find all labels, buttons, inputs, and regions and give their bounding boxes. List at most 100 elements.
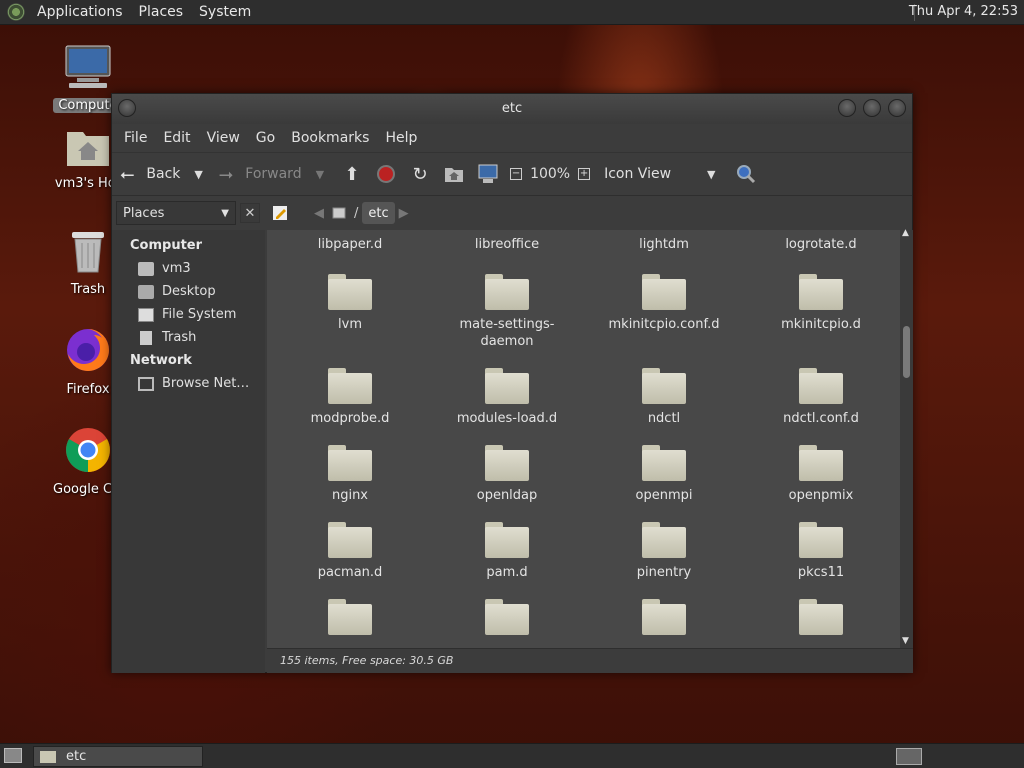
folder-icon bbox=[642, 522, 686, 558]
computer-icon bbox=[65, 45, 111, 88]
sidebar-item-file-system[interactable]: File System bbox=[112, 303, 265, 326]
edit-location-icon[interactable] bbox=[268, 202, 292, 224]
file-item[interactable]: ndctl.conf.d bbox=[751, 368, 891, 427]
file-item[interactable]: lvm bbox=[280, 274, 420, 333]
breadcrumb-right-arrow-icon[interactable]: ▶ bbox=[395, 202, 413, 224]
sidebar-item-browse-network[interactable]: Browse Net… bbox=[112, 372, 265, 395]
drive-icon[interactable] bbox=[328, 202, 350, 224]
search-icon[interactable] bbox=[734, 162, 758, 186]
file-item[interactable]: openmpi bbox=[594, 445, 734, 504]
file-item[interactable] bbox=[751, 599, 891, 641]
sidebar-item-vm3[interactable]: vm3 bbox=[112, 257, 265, 280]
file-item-label: libpaper.d bbox=[317, 237, 383, 252]
file-item-label: modprobe.d bbox=[310, 411, 390, 426]
firefox-icon bbox=[67, 329, 109, 371]
menu-file[interactable]: File bbox=[116, 130, 155, 146]
zoom-out-icon[interactable]: − bbox=[510, 168, 523, 180]
sidebar-item-trash[interactable]: Trash bbox=[112, 326, 265, 349]
scroll-up-arrow-icon[interactable]: ▲ bbox=[902, 228, 909, 238]
location-bar: Places ▼ ✕ ◀ / etc ▶ bbox=[112, 196, 912, 230]
menu-bookmarks[interactable]: Bookmarks bbox=[283, 130, 377, 146]
top-panel: Applications Places System Thu Apr 4, 22… bbox=[0, 0, 1024, 25]
window-titlebar[interactable]: etc bbox=[112, 94, 912, 124]
view-mode-select[interactable]: Icon View ▼ bbox=[604, 166, 715, 182]
show-desktop-icon[interactable] bbox=[4, 748, 22, 763]
file-item[interactable] bbox=[280, 599, 420, 641]
vertical-scrollbar[interactable]: ▲ ▼ bbox=[900, 228, 913, 648]
drive-icon bbox=[138, 307, 154, 322]
file-item[interactable] bbox=[437, 599, 577, 641]
places-menu[interactable]: Places bbox=[131, 4, 192, 20]
file-item[interactable]: openldap bbox=[437, 445, 577, 504]
file-item-label: libreoffice bbox=[474, 237, 540, 252]
folder-icon bbox=[328, 368, 372, 404]
window-menu-button[interactable] bbox=[118, 99, 136, 117]
file-item[interactable]: mkinitcpio.d bbox=[751, 274, 891, 333]
sidebar-places-select[interactable]: Places ▼ bbox=[116, 201, 236, 225]
file-item[interactable]: lightdm bbox=[594, 236, 734, 253]
menu-edit[interactable]: Edit bbox=[155, 130, 198, 146]
chevron-down-icon[interactable]: ▼ bbox=[194, 168, 202, 181]
close-button[interactable] bbox=[888, 99, 906, 117]
zoom-in-icon[interactable]: + bbox=[578, 168, 591, 180]
window-title: etc bbox=[501, 101, 523, 116]
sidebar-item-label: Trash bbox=[162, 330, 197, 345]
scroll-thumb[interactable] bbox=[903, 326, 910, 378]
applications-menu[interactable]: Applications bbox=[29, 4, 131, 20]
mate-logo-icon[interactable] bbox=[7, 3, 25, 21]
file-item[interactable]: libreoffice bbox=[437, 236, 577, 253]
back-label: Back bbox=[146, 166, 181, 182]
computer-icon[interactable] bbox=[476, 162, 500, 186]
reload-icon[interactable]: ↻ bbox=[408, 162, 432, 186]
system-menu[interactable]: System bbox=[191, 4, 259, 20]
workspace-switcher-icon[interactable] bbox=[896, 748, 922, 765]
menu-help[interactable]: Help bbox=[377, 130, 425, 146]
maximize-button[interactable] bbox=[863, 99, 881, 117]
breadcrumb-left-arrow-icon[interactable]: ◀ bbox=[310, 202, 328, 224]
close-sidebar-icon[interactable]: ✕ bbox=[240, 203, 260, 223]
breadcrumb-etc[interactable]: etc bbox=[362, 202, 395, 224]
home-icon[interactable] bbox=[442, 162, 466, 186]
chevron-down-icon: ▼ bbox=[707, 167, 716, 181]
chevron-down-icon[interactable]: ▼ bbox=[316, 168, 324, 181]
file-item-label: ndctl bbox=[647, 411, 681, 426]
file-item[interactable]: pacman.d bbox=[280, 522, 420, 581]
file-item[interactable]: mate-settings-daemon bbox=[437, 274, 577, 350]
stop-icon[interactable] bbox=[374, 162, 398, 186]
minimize-button[interactable] bbox=[838, 99, 856, 117]
file-item[interactable]: nginx bbox=[280, 445, 420, 504]
file-item[interactable]: logrotate.d bbox=[751, 236, 891, 253]
taskbar-item-label: etc bbox=[66, 749, 87, 764]
sidebar-item-label: Desktop bbox=[162, 284, 216, 299]
folder-icon bbox=[485, 274, 529, 310]
file-item[interactable] bbox=[594, 599, 734, 641]
back-button[interactable]: ⭠ Back ▼ bbox=[120, 164, 203, 185]
folder-icon bbox=[642, 368, 686, 404]
forward-button[interactable]: ⭢ Forward ▼ bbox=[219, 164, 324, 185]
file-item[interactable]: modprobe.d bbox=[280, 368, 420, 427]
file-item[interactable]: pkcs11 bbox=[751, 522, 891, 581]
file-item[interactable]: libpaper.d bbox=[280, 236, 420, 253]
menu-go[interactable]: Go bbox=[248, 130, 283, 146]
file-item[interactable]: modules-load.d bbox=[437, 368, 577, 427]
file-item[interactable]: mkinitcpio.conf.d bbox=[594, 274, 734, 333]
file-item[interactable]: pinentry bbox=[594, 522, 734, 581]
file-item-label: pkcs11 bbox=[797, 565, 845, 580]
breadcrumb-root[interactable]: / bbox=[350, 202, 362, 224]
sidebar-item-label: Browse Net… bbox=[162, 376, 250, 391]
scroll-down-arrow-icon[interactable]: ▼ bbox=[902, 636, 909, 646]
sidebar-item-desktop[interactable]: Desktop bbox=[112, 280, 265, 303]
folder-icon bbox=[799, 445, 843, 481]
file-item-label: lightdm bbox=[639, 237, 689, 252]
file-icon-view[interactable]: libpaper.d libreoffice lightdm logrotate.d l… bbox=[267, 230, 900, 648]
sidebar: Computer vm3 Desktop File System Trash N… bbox=[112, 230, 265, 673]
file-item[interactable]: ndctl bbox=[594, 368, 734, 427]
folder-icon bbox=[799, 274, 843, 310]
file-item[interactable]: pam.d bbox=[437, 522, 577, 581]
up-arrow-icon[interactable]: ⬆ bbox=[340, 162, 364, 186]
taskbar-item-etc[interactable]: etc bbox=[33, 746, 203, 767]
sidebar-heading-network: Network bbox=[130, 353, 192, 368]
file-item[interactable]: openpmix bbox=[751, 445, 891, 504]
menu-view[interactable]: View bbox=[199, 130, 248, 146]
clock[interactable]: Thu Apr 4, 22:53 bbox=[909, 4, 1018, 19]
